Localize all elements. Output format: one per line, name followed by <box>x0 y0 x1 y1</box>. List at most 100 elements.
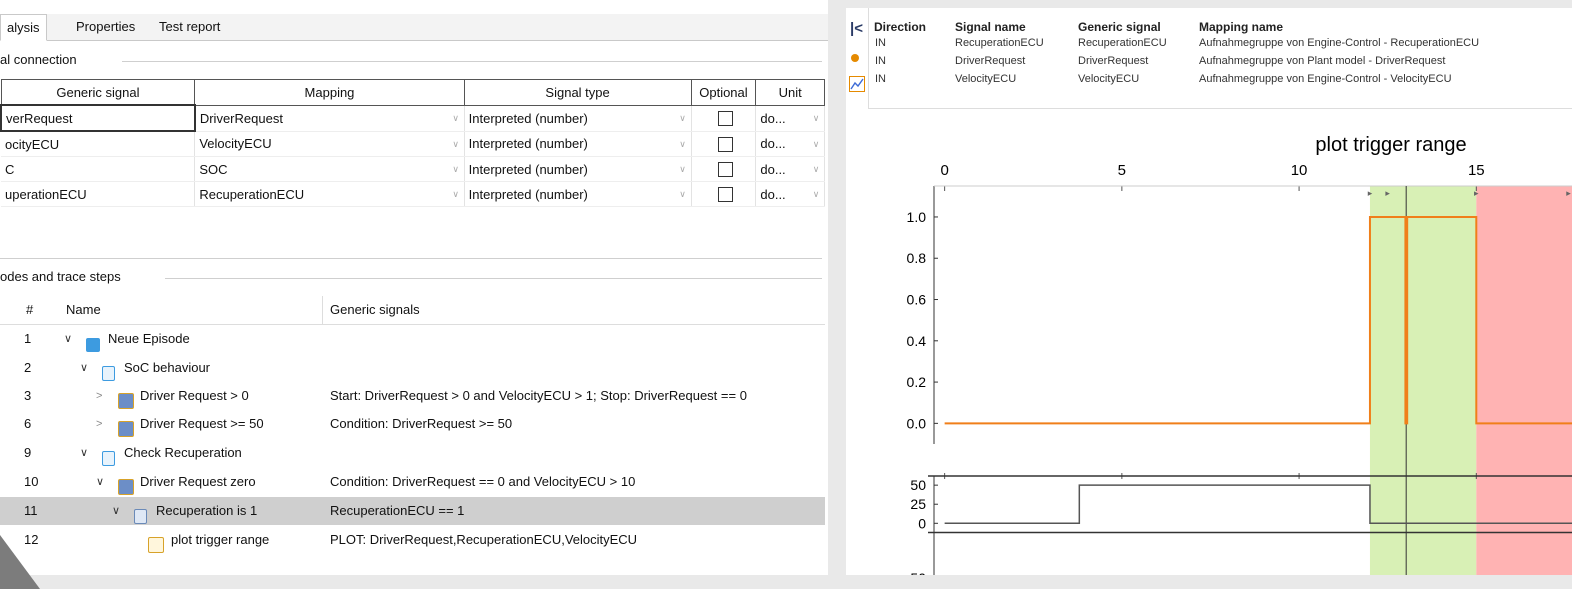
tree-row[interactable]: 10 ∨ Driver Request zero Condition: Driv… <box>0 468 825 496</box>
row-number: 1 <box>24 331 32 346</box>
mapping-combo[interactable]: VelocityECU ∨ <box>194 131 465 157</box>
plot-chart: plot trigger range 0 5 10 15 1.0 0.8 0.6 0.4 0.2 0… <box>907 134 1572 575</box>
table-row[interactable]: ocityECU VelocityECU ∨ Interpreted (numbe… <box>1 131 825 157</box>
mapping-combo[interactable]: RecuperationECU ∨ <box>194 181 465 207</box>
row-number: 2 <box>24 360 32 375</box>
y-tick-label: 25 <box>910 496 926 512</box>
table-row[interactable]: verRequest DriverRequest ∨ Interpreted (n… <box>0 104 825 132</box>
signal-connection-title: al connection <box>0 52 77 67</box>
chevron-down-icon[interactable]: ∨ <box>96 468 104 496</box>
tree-row-selected[interactable]: 11 ∨ Recuperation is 1 RecuperationECU =… <box>0 497 825 525</box>
unit-combo[interactable]: do... ∨ <box>755 131 825 157</box>
tree-item-label: Driver Request >= 50 <box>140 416 264 431</box>
tree-row[interactable]: 9 ∨ Check Recuperation <box>0 439 825 467</box>
col-unit[interactable]: Unit <box>755 79 825 106</box>
generic-signal-cell[interactable]: ocityECU <box>1 131 196 157</box>
chevron-down-icon[interactable]: ∨ <box>450 162 462 176</box>
optional-cell <box>691 105 757 132</box>
right-pane: |< Direction Signal name Generic signal … <box>846 8 1572 575</box>
unit-combo[interactable]: do... ∨ <box>755 105 825 132</box>
generic-signal-cell[interactable]: verRequest <box>0 104 196 132</box>
signal-name-cell: VelocityECU <box>955 73 1017 85</box>
tree-row[interactable]: 3 > Driver Request > 0 Start: DriverRequ… <box>0 382 825 410</box>
table-row[interactable]: uperationECU RecuperationECU ∨ Interprete… <box>1 181 825 207</box>
mapping-value: RecuperationECU <box>199 186 305 202</box>
unit-combo[interactable]: do... ∨ <box>755 156 825 182</box>
tab-analysis[interactable]: alysis <box>0 14 47 41</box>
chevron-down-icon[interactable]: ∨ <box>80 439 88 467</box>
chevron-down-icon[interactable]: ∨ <box>810 187 822 201</box>
chevron-down-icon[interactable]: ∨ <box>450 111 462 125</box>
chevron-down-icon[interactable]: ∨ <box>810 162 822 176</box>
optional-checkbox[interactable] <box>717 111 733 127</box>
optional-checkbox[interactable] <box>717 136 733 152</box>
col-number[interactable]: # <box>26 302 33 317</box>
row-number: 6 <box>24 416 32 431</box>
mapping-combo[interactable]: DriverRequest ∨ <box>194 105 465 132</box>
tab-test-report[interactable]: Test report <box>153 14 226 39</box>
signal-type-combo[interactable]: Interpreted (number) ∨ <box>464 105 692 132</box>
tree-item-label: Recuperation is 1 <box>156 503 258 518</box>
generic-signal-cell[interactable]: uperationECU <box>1 181 196 207</box>
col-signal-name[interactable]: Signal name <box>955 20 1026 34</box>
section-divider <box>122 61 822 62</box>
chevron-down-icon[interactable]: ∨ <box>677 111 689 125</box>
range-handle-icon: ▸ <box>1385 188 1390 198</box>
chevron-down-icon[interactable]: ∨ <box>80 354 88 382</box>
decorative-corner <box>0 535 40 589</box>
chevron-down-icon[interactable]: ∨ <box>677 137 689 151</box>
row-number: 9 <box>24 445 32 460</box>
pane-splitter[interactable] <box>828 0 846 589</box>
chevron-right-icon[interactable]: > <box>96 410 102 438</box>
tree-row[interactable]: 2 ∨ SoC behaviour <box>0 354 825 382</box>
tab-properties[interactable]: Properties <box>70 14 141 39</box>
col-direction[interactable]: Direction <box>874 20 926 34</box>
mapping-combo[interactable]: SOC ∨ <box>194 156 465 182</box>
optional-checkbox[interactable] <box>717 187 733 203</box>
unit-combo[interactable]: do... ∨ <box>755 181 825 207</box>
x-tick-label: 0 <box>940 162 948 179</box>
tree-item-label: SoC behaviour <box>124 360 210 375</box>
tree-row[interactable]: 6 > Driver Request >= 50 Condition: Driv… <box>0 410 825 438</box>
chevron-down-icon[interactable]: ∨ <box>450 187 462 201</box>
collapse-left-icon[interactable]: |< <box>850 20 863 37</box>
col-optional[interactable]: Optional <box>690 79 757 106</box>
tree-item-label: Driver Request zero <box>140 474 256 489</box>
col-generic-signal[interactable]: Generic signal <box>0 79 196 106</box>
tree-row[interactable]: 12 plot trigger range PLOT: DriverReques… <box>0 526 825 554</box>
row-number: 10 <box>24 474 39 489</box>
signal-type-combo[interactable]: Interpreted (number) ∨ <box>464 131 692 157</box>
x-tick-label: 10 <box>1291 162 1308 179</box>
y-tick-label: 50 <box>910 477 926 493</box>
col-generic-signals[interactable]: Generic signals <box>330 302 420 317</box>
chevron-down-icon[interactable]: ∨ <box>677 187 689 201</box>
section-divider <box>0 258 822 259</box>
chevron-down-icon[interactable]: ∨ <box>112 497 120 525</box>
signal-type-combo[interactable]: Interpreted (number) ∨ <box>464 181 692 207</box>
table-row[interactable]: C SOC ∨ Interpreted (number) ∨ do... ∨ <box>1 156 825 182</box>
column-separator <box>322 296 323 324</box>
col-signal-type[interactable]: Signal type <box>463 79 692 106</box>
chevron-down-icon[interactable]: ∨ <box>450 137 462 151</box>
chevron-right-icon[interactable]: > <box>96 382 102 410</box>
col-name[interactable]: Name <box>66 302 101 317</box>
pin-icon[interactable] <box>851 54 859 62</box>
unit-value: do... <box>760 136 786 152</box>
tree-row[interactable]: 1 ∨ Neue Episode <box>0 325 825 353</box>
optional-checkbox[interactable] <box>717 162 733 178</box>
tree-header: # Name Generic signals <box>0 296 825 325</box>
row-number: 11 <box>24 503 38 518</box>
col-mapping-name[interactable]: Mapping name <box>1199 20 1283 34</box>
chevron-down-icon[interactable]: ∨ <box>810 137 822 151</box>
generic-signals-text: PLOT: DriverRequest,RecuperationECU,Velo… <box>330 532 638 547</box>
tree-item-label: Neue Episode <box>108 331 190 346</box>
col-mapping[interactable]: Mapping <box>194 79 465 106</box>
signal-name-cell: RecuperationECU <box>955 37 1044 49</box>
chart-icon[interactable] <box>849 76 865 92</box>
chevron-down-icon[interactable]: ∨ <box>64 325 72 353</box>
col-generic-signal[interactable]: Generic signal <box>1078 20 1161 34</box>
signal-type-combo[interactable]: Interpreted (number) ∨ <box>464 156 692 182</box>
chevron-down-icon[interactable]: ∨ <box>677 162 689 176</box>
chevron-down-icon[interactable]: ∨ <box>810 111 822 125</box>
generic-signal-cell[interactable]: C <box>1 156 196 182</box>
